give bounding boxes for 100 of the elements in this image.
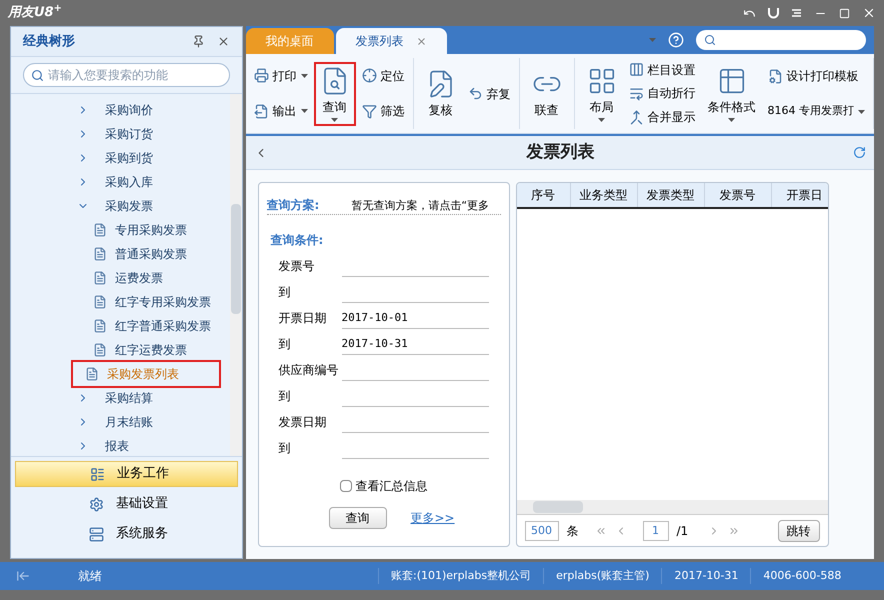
tree-item[interactable]: 红字运费发票: [85, 338, 195, 362]
status-item: 4006-600-588: [750, 568, 854, 584]
tree-item[interactable]: 采购询价: [97, 98, 161, 122]
tree-item[interactable]: 采购到货: [97, 146, 161, 170]
column-header[interactable]: 开票日: [772, 183, 828, 207]
toolbar-icon: [628, 110, 644, 125]
help-icon[interactable]: [668, 32, 684, 48]
status-item: 账套:(101)erplabs整机公司: [378, 568, 544, 584]
toolbar-button[interactable]: 合并显示: [628, 108, 696, 126]
toolbar-icon: [768, 68, 782, 84]
toolbar-button[interactable]: 条件格式: [704, 64, 760, 124]
scheme-hint: 暂无查询方案，请点击“更多: [351, 198, 490, 214]
summary-label: 查看汇总信息: [356, 478, 428, 495]
toolbar-button[interactable]: 弃复: [468, 84, 510, 102]
document-icon: [93, 223, 107, 237]
horizontal-scrollbar[interactable]: [516, 500, 828, 514]
nav-item[interactable]: 系统服务: [15, 521, 238, 547]
document-icon: [93, 343, 107, 357]
close-icon[interactable]: [862, 6, 876, 20]
toolbar-button[interactable]: 打印: [254, 66, 308, 85]
nav-icon: [89, 526, 104, 542]
toolbar-button[interactable]: 筛选: [362, 102, 404, 120]
condition-label: 到: [278, 440, 292, 457]
nav-item[interactable]: 业务工作: [15, 461, 238, 487]
tree-item[interactable]: 报表: [97, 434, 137, 458]
summary-checkbox[interactable]: [340, 480, 352, 492]
query-button[interactable]: 查询: [328, 507, 386, 529]
unit-label: 条: [566, 522, 578, 540]
condition-label: 到: [278, 388, 292, 405]
scheme-label: 查询方案:: [266, 197, 320, 214]
search-field[interactable]: [696, 30, 866, 50]
close-icon[interactable]: [416, 36, 426, 46]
nav-item[interactable]: 基础设置: [15, 491, 238, 517]
nav-icon: [90, 466, 105, 482]
condition-label: 供应商编号: [278, 362, 340, 379]
toolbar-button[interactable]: 布局: [582, 64, 620, 124]
toolbar-button[interactable]: 输出: [254, 102, 308, 120]
toolbar-button[interactable]: 联查: [528, 66, 566, 120]
print-template-select[interactable]: 8164 专用发票打: [768, 103, 865, 120]
toolbar-icon: [362, 104, 376, 119]
tab[interactable]: 发票列表: [336, 28, 446, 54]
document-icon: [93, 247, 107, 261]
document-icon: [85, 367, 99, 381]
caret-icon: [649, 38, 656, 42]
search-icon: [704, 34, 716, 46]
condition-field[interactable]: 2017-10-01: [342, 307, 488, 329]
tree-item[interactable]: 运费发票: [85, 266, 171, 290]
column-header[interactable]: 发票号: [704, 183, 772, 207]
toolbar-icon: [254, 104, 268, 119]
tree-item[interactable]: 红字普通采购发票: [85, 314, 219, 338]
toolbar-button[interactable]: 查询: [316, 64, 354, 124]
tree-item[interactable]: 采购订货: [97, 122, 161, 146]
tree-item[interactable]: 普通采购发票: [85, 242, 195, 266]
toolbar-icon: [628, 86, 644, 101]
menu-icon[interactable]: [791, 8, 802, 18]
toolbar-button[interactable]: 复核: [422, 66, 460, 120]
toolbar-button[interactable]: 栏目设置: [628, 60, 696, 79]
tree-item[interactable]: 红字专用采购发票: [85, 290, 219, 314]
page-size-field[interactable]: 500: [524, 520, 558, 540]
document-icon: [93, 271, 107, 285]
maximize-icon[interactable]: [839, 8, 850, 18]
condition-label: 开票日期: [278, 310, 328, 327]
column-header[interactable]: 发票类型: [638, 183, 704, 207]
search-icon: [31, 69, 44, 82]
window-title: 用友U8$^{+}$: [8, 3, 62, 22]
tree-item[interactable]: 专用采购发票: [85, 218, 195, 242]
document-icon: [93, 295, 107, 309]
conditions-label: 查询条件:: [270, 232, 324, 249]
toolbar-button[interactable]: 设计打印模板: [768, 67, 865, 86]
page-total: /1: [676, 522, 688, 540]
page-title: 发票列表: [526, 140, 594, 164]
scrollbar[interactable]: [230, 94, 242, 456]
jump-button[interactable]: 跳转: [778, 520, 820, 542]
toolbar-button[interactable]: 自动折行: [628, 84, 696, 102]
pin-icon[interactable]: [192, 35, 204, 48]
condition-label: 到: [278, 336, 292, 353]
status-text: 就绪: [78, 568, 103, 585]
condition-label: 到: [278, 284, 292, 301]
condition-label: 发票号: [278, 258, 316, 275]
toolbar-icon: [628, 62, 644, 78]
nav-icon: [89, 496, 104, 512]
status-item: 2017-10-31: [661, 568, 750, 584]
tree-item[interactable]: 采购结算: [97, 386, 161, 410]
refresh-icon[interactable]: [853, 146, 866, 159]
sidebar-title: 经典树形: [23, 32, 75, 51]
column-header[interactable]: 序号: [516, 183, 570, 207]
toolbar-icon: [254, 68, 268, 84]
more-link[interactable]: 更多>>: [410, 509, 455, 527]
tree-item[interactable]: 月末结账: [97, 410, 161, 434]
condition-field[interactable]: 2017-10-31: [342, 333, 488, 355]
search-field[interactable]: 请输入您要搜索的功能: [23, 63, 230, 87]
u-shape-icon[interactable]: [768, 7, 779, 19]
column-header[interactable]: 业务类型: [570, 183, 638, 207]
toolbar-button[interactable]: 定位: [362, 66, 404, 85]
tree-item[interactable]: 采购发票: [97, 194, 161, 218]
status-item: erplabs(账套主管): [543, 568, 662, 584]
tree-item[interactable]: 采购入库: [97, 170, 161, 194]
condition-label: 发票日期: [278, 414, 328, 431]
page-field[interactable]: 1: [642, 520, 668, 540]
close-icon[interactable]: [216, 35, 230, 48]
